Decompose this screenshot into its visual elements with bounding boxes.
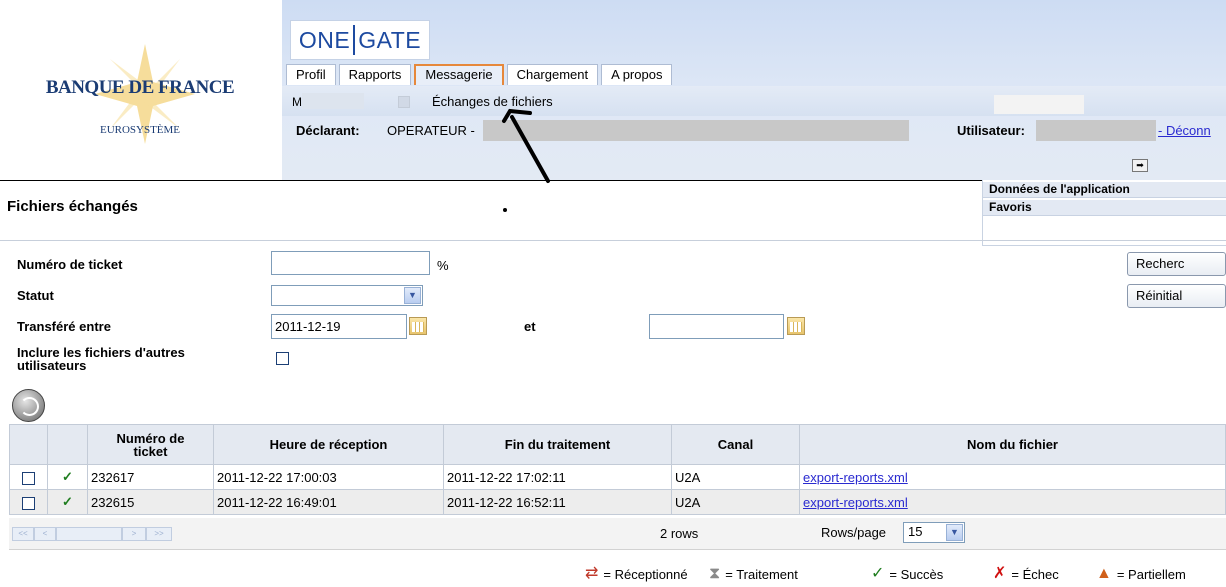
legend-label: = Traitement: [725, 566, 798, 582]
status-select[interactable]: ▼: [271, 285, 423, 306]
success-check-icon: ✓: [47, 489, 88, 515]
row-checkbox[interactable]: [22, 496, 35, 510]
legend-received: ⇄ = Réceptionné: [585, 566, 688, 582]
status-select-value: [272, 286, 278, 305]
redacted-block: [302, 93, 364, 109]
user-label: Utilisateur:: [957, 123, 1025, 138]
annotation-arrow-icon: [502, 108, 550, 183]
pager: << < > >>: [12, 527, 212, 541]
legend-label: = Échec: [1011, 566, 1059, 582]
ticket-cell: 232617: [87, 464, 214, 490]
warning-icon: ▲: [1096, 565, 1112, 582]
tab-a-propos[interactable]: A propos: [601, 64, 673, 85]
calendar-to-icon[interactable]: [787, 317, 805, 335]
hourglass-icon: ⧗: [709, 565, 721, 582]
divider: [0, 180, 982, 181]
redacted-block: [994, 95, 1084, 114]
declarant-value: OPERATEUR -: [387, 123, 475, 138]
column-header-select: [9, 424, 48, 465]
tab-messagerie[interactable]: Messagerie: [414, 64, 504, 85]
subnav-separator-icon: [398, 96, 410, 108]
app-name-right: GATE: [358, 26, 422, 53]
column-header-ticket[interactable]: Numéro de ticket: [87, 424, 214, 465]
channel-cell: U2A: [671, 489, 800, 515]
ticket-input[interactable]: [271, 251, 430, 275]
reset-button[interactable]: Réinitial: [1127, 284, 1226, 308]
calendar-from-icon[interactable]: [409, 317, 427, 335]
main-tabs: Profil Rapports Messagerie Chargement A …: [286, 64, 673, 86]
rows-per-page-select[interactable]: 15 ▼: [903, 522, 965, 543]
received-cell: 2011-12-22 17:00:03: [213, 464, 444, 490]
refresh-icon[interactable]: [12, 389, 45, 422]
and-label: et: [524, 319, 536, 334]
received-cell: 2011-12-22 16:49:01: [213, 489, 444, 515]
logout-link[interactable]: - Déconn: [1158, 123, 1211, 138]
chevron-down-icon[interactable]: ▼: [404, 287, 421, 304]
app-name-left: ONE: [298, 26, 351, 53]
declarant-label: Déclarant:: [296, 123, 360, 138]
finished-cell: 2011-12-22 17:02:11: [443, 464, 672, 490]
first-page-button[interactable]: <<: [12, 527, 34, 541]
ticket-label: Numéro de ticket: [17, 257, 123, 272]
bank-subtitle: EUROSYSTÈME: [99, 124, 181, 136]
toggle-panel-arrow-icon[interactable]: ➡: [1132, 159, 1148, 172]
files-table: Numéro de ticket Heure de réception Fin …: [9, 424, 1226, 515]
table-header-row: Numéro de ticket Heure de réception Fin …: [9, 424, 1226, 465]
subnav-item-messages[interactable]: M: [292, 95, 302, 109]
include-others-checkbox[interactable]: [276, 352, 289, 365]
row-count: 2 rows: [660, 526, 699, 541]
legend-label: = Partiellem: [1116, 566, 1186, 582]
legend-label: = Succès: [889, 566, 944, 582]
page-indicator: [56, 527, 122, 541]
transfer-label: Transféré entre: [17, 319, 111, 334]
file-link[interactable]: export-reports.xml: [803, 470, 908, 485]
column-header-status: [47, 424, 88, 465]
date-to-input[interactable]: [649, 314, 784, 339]
row-checkbox[interactable]: [22, 471, 35, 485]
side-item-application-data[interactable]: Données de l'application: [983, 182, 1226, 198]
prev-page-button[interactable]: <: [34, 527, 56, 541]
column-header-channel[interactable]: Canal: [671, 424, 800, 465]
rows-per-page-value: 15: [908, 524, 923, 539]
cross-icon: ✗: [993, 565, 1007, 582]
divider: [0, 240, 1226, 241]
tab-chargement[interactable]: Chargement: [506, 64, 599, 85]
channel-cell: U2A: [671, 464, 800, 490]
column-header-filename[interactable]: Nom du fichier: [799, 424, 1226, 465]
redacted-block: [1036, 120, 1156, 141]
legend-partial: ▲ = Partiellem: [1096, 566, 1186, 582]
cursor-dot: [503, 208, 507, 212]
rows-per-page-label: Rows/page: [821, 525, 887, 540]
bank-name: BANQUE DE FRANCE: [45, 77, 235, 98]
finished-cell: 2011-12-22 16:52:11: [443, 489, 672, 515]
app-logo: ONE GATE: [290, 20, 430, 60]
last-page-button[interactable]: >>: [146, 527, 172, 541]
legend-label: = Réceptionné: [603, 566, 688, 582]
legend-failure: ✗ = Échec: [993, 566, 1059, 582]
column-header-finished[interactable]: Fin du traitement: [443, 424, 672, 465]
check-icon: ✓: [871, 565, 885, 582]
side-item-favorites[interactable]: Favoris: [983, 200, 1226, 216]
chevron-down-icon[interactable]: ▼: [946, 524, 963, 541]
status-label: Statut: [17, 288, 54, 303]
sub-navigation: [282, 86, 1226, 116]
date-from-input[interactable]: [271, 314, 407, 339]
wildcard-hint: %: [437, 258, 449, 273]
column-header-received[interactable]: Heure de réception: [213, 424, 444, 465]
table-row[interactable]: ✓ 232617 2011-12-22 17:00:03 2011-12-22 …: [9, 464, 1226, 490]
tab-rapports[interactable]: Rapports: [338, 64, 412, 85]
file-link[interactable]: export-reports.xml: [803, 495, 908, 510]
legend-success: ✓ = Succès: [871, 566, 943, 582]
include-others-label: Inclure les fichiers d'autres utilisateu…: [17, 346, 185, 372]
tab-profil[interactable]: Profil: [286, 64, 336, 85]
table-row[interactable]: ✓ 232615 2011-12-22 16:49:01 2011-12-22 …: [9, 489, 1226, 515]
next-page-button[interactable]: >: [122, 527, 146, 541]
page-title: Fichiers échangés: [7, 198, 138, 215]
legend-processing: ⧗ = Traitement: [709, 566, 798, 582]
success-check-icon: ✓: [47, 464, 88, 490]
search-button[interactable]: Recherc: [1127, 252, 1226, 276]
include-label-line2: utilisateurs: [17, 358, 87, 373]
received-icon: ⇄: [585, 565, 599, 582]
ticket-cell: 232615: [87, 489, 214, 515]
